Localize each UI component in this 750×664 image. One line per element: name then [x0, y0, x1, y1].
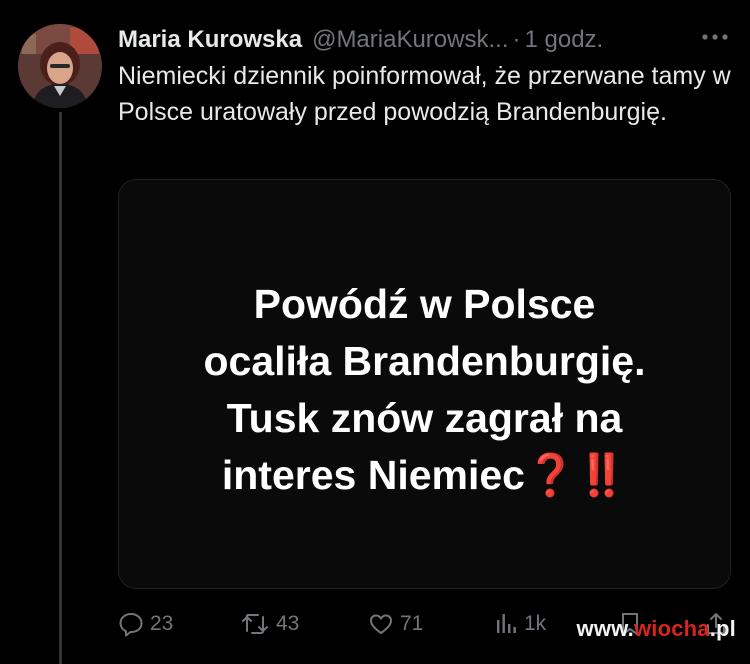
reply-icon — [118, 611, 144, 637]
media-line-4: interes Niemiec❓‼️ — [119, 447, 730, 504]
analytics-icon — [494, 611, 518, 637]
separator-dot: · — [512, 26, 521, 53]
like-count: 71 — [400, 612, 424, 635]
heart-icon — [368, 611, 394, 637]
question-mark-emoji: ❓ — [524, 452, 577, 498]
thread-line — [59, 112, 62, 664]
reply-button[interactable]: 23 — [118, 604, 173, 644]
media-line-1: Powódź w Polsce — [253, 281, 596, 327]
reply-count: 23 — [150, 612, 174, 635]
author-name[interactable]: Maria Kurowska — [118, 26, 302, 54]
media-line-3: Tusk znów zagrał na — [226, 395, 623, 441]
media-line-2: ocaliła Brandenburgię. — [203, 338, 646, 384]
like-button[interactable]: 71 — [368, 604, 423, 644]
retweet-icon — [240, 611, 270, 637]
tweet-media[interactable]: Powódź w Polsce ocaliła Brandenburgię. T… — [118, 179, 731, 589]
media-caption: Powódź w Polsce ocaliła Brandenburgię. T… — [119, 276, 730, 504]
tweet-text: Niemiecki dziennik poinformował, że prze… — [118, 62, 731, 126]
retweet-button[interactable]: 43 — [240, 604, 299, 644]
tweet-header: Maria Kurowska @MariaKurowsk... · 1 godz… — [118, 22, 738, 58]
retweet-count: 43 — [276, 612, 300, 635]
site-watermark: www.wiocha.pl — [577, 616, 736, 642]
watermark-accent: wiocha — [633, 616, 710, 641]
media-line-4-text: interes Niemiec — [221, 452, 525, 498]
avatar[interactable] — [18, 24, 102, 108]
watermark-suffix: .pl — [709, 616, 736, 641]
views-count: 1k — [524, 612, 547, 635]
avatar-photo — [18, 24, 102, 108]
watermark-prefix: www. — [576, 616, 634, 641]
views-button[interactable]: 1k — [494, 604, 546, 644]
more-options-icon[interactable] — [698, 20, 732, 54]
double-exclamation-emoji: ‼️ — [576, 452, 628, 498]
author-handle[interactable]: @MariaKurowsk... — [312, 26, 508, 54]
tweet-time[interactable]: 1 godz. — [524, 26, 603, 54]
